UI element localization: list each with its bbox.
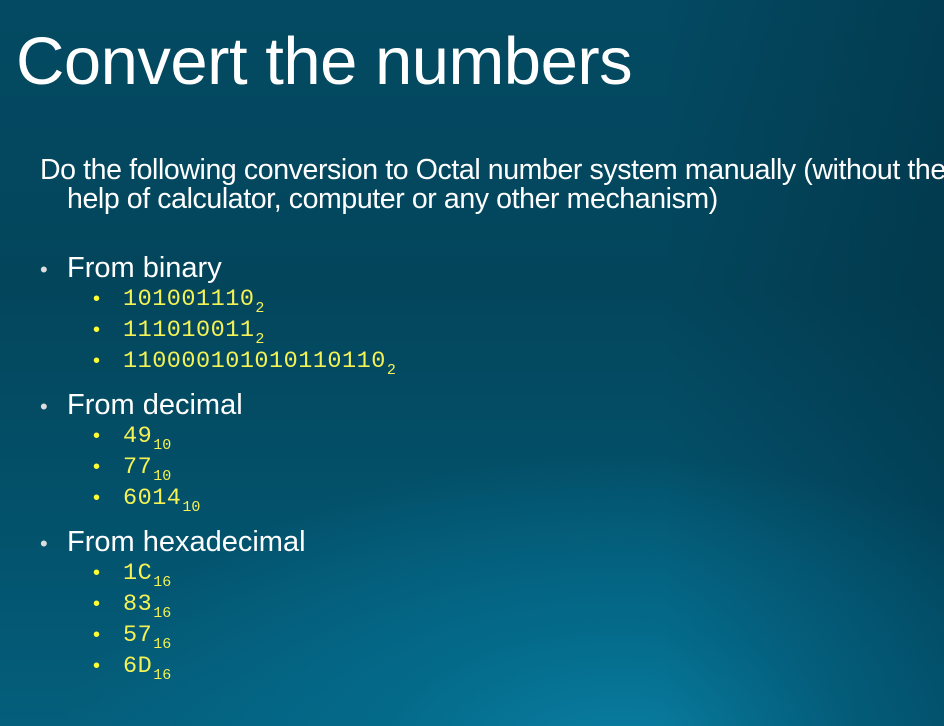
bullet-icon: • [93,456,101,478]
number-base: 10 [153,437,172,454]
bullet-icon: • [93,562,101,584]
bullet-icon: • [40,257,48,282]
list-item: • 6D 16 [93,653,306,684]
bullet-icon: • [93,350,101,372]
bullet-icon: • [40,531,48,556]
group-heading: • From binary [40,252,396,286]
list-item: • 101001110 2 [93,286,396,317]
number-base: 2 [255,331,265,348]
group-decimal: • From decimal • 49 10 • 77 10 • 6014 10 [40,389,243,516]
number-base: 2 [386,362,396,379]
group-label: From hexadecimal [67,526,306,558]
bullet-icon: • [93,593,101,615]
bullet-icon: • [93,288,101,310]
bullet-icon: • [93,624,101,646]
number-base: 2 [255,300,265,317]
group-hexadecimal: • From hexadecimal • 1C 16 • 83 16 • 57 … [40,526,306,684]
number-value: 6014 [123,485,182,512]
number-value: 111010011 [123,317,255,344]
list-item: • 110000101010110110 2 [93,348,396,379]
number-base: 16 [153,667,172,684]
list-item: • 1C 16 [93,560,306,591]
group-binary: • From binary • 101001110 2 • 111010011 … [40,252,396,379]
list-item: • 57 16 [93,622,306,653]
number-base: 16 [153,636,172,653]
bullet-icon: • [40,394,48,419]
number-value: 57 [123,622,153,649]
number-value: 83 [123,591,153,618]
list-item: • 77 10 [93,454,243,485]
number-value: 6D [123,653,153,680]
group-label: From decimal [67,389,243,421]
number-base: 16 [153,574,172,591]
number-value: 77 [123,454,153,481]
number-value: 49 [123,423,153,450]
number-value: 110000101010110110 [123,348,386,375]
slide-title: Convert the numbers [16,24,633,99]
intro-text: Do the following conversion to Octal num… [40,154,944,215]
bullet-icon: • [93,655,101,677]
list-item: • 83 16 [93,591,306,622]
group-label: From binary [67,252,222,284]
list-item: • 111010011 2 [93,317,396,348]
number-value: 101001110 [123,286,255,313]
list-item: • 6014 10 [93,485,243,516]
number-base: 16 [153,605,172,622]
number-value: 1C [123,560,153,587]
number-base: 10 [153,468,172,485]
bullet-icon: • [93,319,101,341]
list-item: • 49 10 [93,423,243,454]
group-heading: • From hexadecimal [40,526,306,560]
bullet-icon: • [93,425,101,447]
number-base: 10 [182,499,201,516]
bullet-icon: • [93,487,101,509]
group-heading: • From decimal [40,389,243,423]
